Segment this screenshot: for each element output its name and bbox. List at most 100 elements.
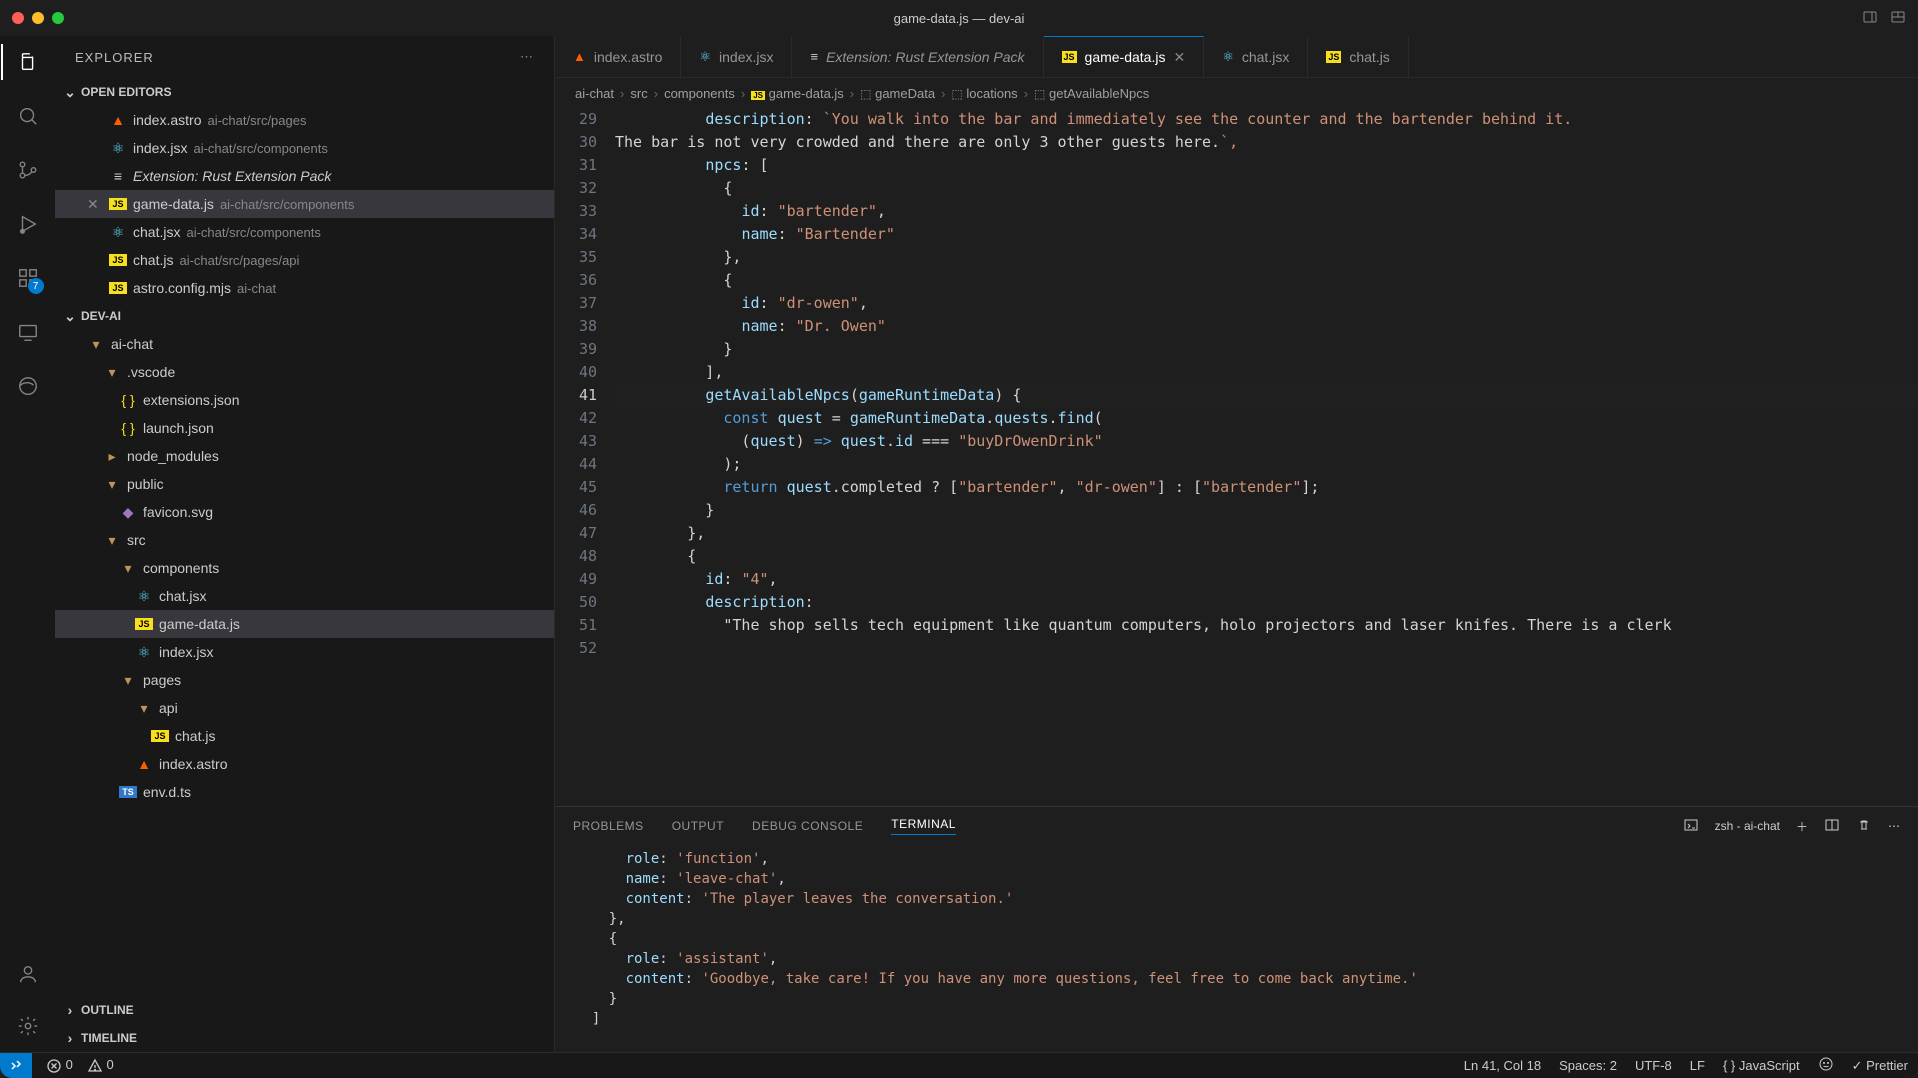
file-item[interactable]: { }launch.json <box>55 414 554 442</box>
panel-tab[interactable]: PROBLEMS <box>573 819 644 833</box>
breadcrumb-item[interactable]: ⬚ gameData <box>860 86 935 101</box>
activity-run-debug-icon[interactable] <box>14 210 42 238</box>
status-spaces[interactable]: Spaces: 2 <box>1559 1058 1617 1073</box>
panel-more-icon[interactable]: ⋯ <box>1888 819 1900 833</box>
sidebar-more-icon[interactable]: ⋯ <box>520 49 534 65</box>
open-editor-item[interactable]: ▲index.astro ai-chat/src/pages <box>55 106 554 134</box>
chevron-right-icon: › <box>63 1030 77 1046</box>
editor[interactable]: 2930313233343536373839404142434445464748… <box>555 108 1918 806</box>
maximize-window-button[interactable] <box>52 12 64 24</box>
status-cursor[interactable]: Ln 41, Col 18 <box>1464 1058 1541 1073</box>
open-editor-item[interactable]: JSastro.config.mjs ai-chat <box>55 274 554 302</box>
file-name: index.astro <box>133 112 201 128</box>
layout-customize-icon[interactable] <box>1890 9 1906 28</box>
open-editor-item[interactable]: ≡Extension: Rust Extension Pack <box>55 162 554 190</box>
tree-label: .vscode <box>127 364 175 380</box>
tree-label: extensions.json <box>143 392 240 408</box>
tab-label: index.astro <box>594 49 662 65</box>
file-name: game-data.js <box>133 196 214 212</box>
status-eol[interactable]: LF <box>1690 1058 1705 1073</box>
terminal-output[interactable]: role: 'function', name: 'leave-chat', co… <box>555 845 1918 1052</box>
status-language[interactable]: { } JavaScript <box>1723 1058 1800 1073</box>
chevron-right-icon: › <box>63 1002 77 1018</box>
file-item[interactable]: ◆favicon.svg <box>55 498 554 526</box>
titlebar: game-data.js — dev-ai <box>0 0 1918 36</box>
file-item[interactable]: JSgame-data.js <box>55 610 554 638</box>
close-tab-icon[interactable]: ✕ <box>1173 49 1185 66</box>
folder-item[interactable]: ▾ai-chat <box>55 330 554 358</box>
tree-label: pages <box>143 672 181 688</box>
activity-edge-icon[interactable] <box>14 372 42 400</box>
activity-extensions-icon[interactable]: 7 <box>14 264 42 292</box>
sidebar-title: EXPLORER <box>75 50 154 65</box>
file-item[interactable]: ⚛index.jsx <box>55 638 554 666</box>
section-timeline[interactable]: › TIMELINE <box>55 1024 554 1052</box>
folder-item[interactable]: ▾api <box>55 694 554 722</box>
tree-label: env.d.ts <box>143 784 191 800</box>
folder-item[interactable]: ▾components <box>55 554 554 582</box>
panel-tab[interactable]: TERMINAL <box>891 817 956 835</box>
editor-tab[interactable]: JSchat.js <box>1308 36 1408 77</box>
minimize-window-button[interactable] <box>32 12 44 24</box>
tree-label: index.astro <box>159 756 227 772</box>
status-errors[interactable]: 0 <box>46 1057 73 1074</box>
editor-tab[interactable]: ⚛index.jsx <box>681 36 792 77</box>
panel-tab[interactable]: OUTPUT <box>672 819 724 833</box>
editor-tab[interactable]: JSgame-data.js✕ <box>1044 36 1205 77</box>
remote-indicator[interactable] <box>0 1053 32 1078</box>
activity-search-icon[interactable] <box>14 102 42 130</box>
tree-label: chat.jsx <box>159 588 206 604</box>
breadcrumb-item[interactable]: JS game-data.js <box>751 86 844 101</box>
breadcrumb-item[interactable]: src <box>630 86 647 101</box>
file-item[interactable]: TSenv.d.ts <box>55 778 554 806</box>
tab-label: chat.js <box>1349 49 1389 65</box>
terminal-shell-label[interactable]: zsh - ai-chat <box>1715 819 1780 833</box>
open-editor-item[interactable]: ✕JSgame-data.js ai-chat/src/components <box>55 190 554 218</box>
status-encoding[interactable]: UTF-8 <box>1635 1058 1672 1073</box>
file-path: ai-chat/src/pages <box>207 113 306 128</box>
tree-label: src <box>127 532 146 548</box>
status-warnings[interactable]: 0 <box>87 1057 114 1074</box>
close-editor-icon[interactable]: ✕ <box>87 196 103 213</box>
editor-tabs: ▲index.astro⚛index.jsx≡Extension: Rust E… <box>555 36 1918 78</box>
folder-item[interactable]: ▾pages <box>55 666 554 694</box>
breadcrumb[interactable]: ai-chat›src›components›JS game-data.js›⬚… <box>555 78 1918 108</box>
section-outline[interactable]: › OUTLINE <box>55 996 554 1024</box>
editor-tab[interactable]: ≡Extension: Rust Extension Pack <box>792 36 1043 77</box>
editor-tab[interactable]: ⚛chat.jsx <box>1204 36 1308 77</box>
activity-account-icon[interactable] <box>14 960 42 988</box>
status-prettier[interactable]: ✓ Prettier <box>1852 1058 1908 1074</box>
activity-remote-icon[interactable] <box>14 318 42 346</box>
code-area[interactable]: description: `You walk into the bar and … <box>615 108 1918 806</box>
status-feedback-icon[interactable] <box>1818 1056 1834 1075</box>
editor-tab[interactable]: ▲index.astro <box>555 36 681 77</box>
close-window-button[interactable] <box>12 12 24 24</box>
panel-tab[interactable]: DEBUG CONSOLE <box>752 819 863 833</box>
breadcrumb-item[interactable]: ⬚ getAvailableNpcs <box>1034 86 1149 101</box>
folder-item[interactable]: ▾.vscode <box>55 358 554 386</box>
file-item[interactable]: ▲index.astro <box>55 750 554 778</box>
file-item[interactable]: JSchat.js <box>55 722 554 750</box>
file-name: Extension: Rust Extension Pack <box>133 168 331 184</box>
section-open-editors[interactable]: ⌄ OPEN EDITORS <box>55 78 554 106</box>
folder-item[interactable]: ▾src <box>55 526 554 554</box>
terminal-split-icon[interactable] <box>1824 817 1840 836</box>
open-editor-item[interactable]: ⚛chat.jsx ai-chat/src/components <box>55 218 554 246</box>
layout-sidebar-icon[interactable] <box>1862 9 1878 28</box>
terminal-launch-icon[interactable] <box>1683 817 1699 836</box>
terminal-kill-icon[interactable] <box>1856 817 1872 836</box>
file-item[interactable]: ⚛chat.jsx <box>55 582 554 610</box>
file-item[interactable]: { }extensions.json <box>55 386 554 414</box>
activity-source-control-icon[interactable] <box>14 156 42 184</box>
activity-settings-icon[interactable] <box>14 1012 42 1040</box>
folder-item[interactable]: ▸node_modules <box>55 442 554 470</box>
open-editor-item[interactable]: ⚛index.jsx ai-chat/src/components <box>55 134 554 162</box>
breadcrumb-item[interactable]: ai-chat <box>575 86 614 101</box>
breadcrumb-item[interactable]: components <box>664 86 735 101</box>
section-workspace[interactable]: ⌄ DEV-AI <box>55 302 554 330</box>
open-editor-item[interactable]: JSchat.js ai-chat/src/pages/api <box>55 246 554 274</box>
folder-item[interactable]: ▾public <box>55 470 554 498</box>
breadcrumb-item[interactable]: ⬚ locations <box>951 86 1017 101</box>
terminal-new-icon[interactable]: ＋ <box>1796 818 1808 835</box>
activity-explorer-icon[interactable] <box>14 48 42 76</box>
